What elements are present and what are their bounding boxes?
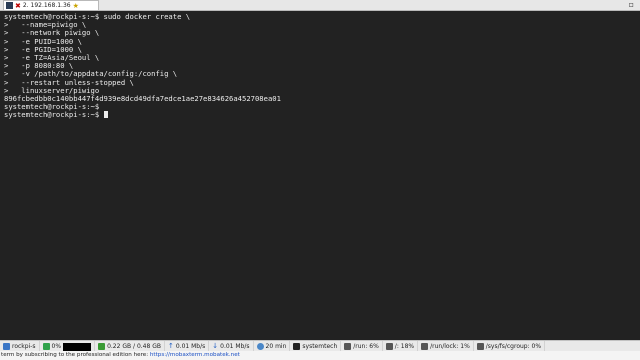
root-disk-value: /: 18%	[394, 343, 415, 350]
promo-bar: term by subscribing to the professional …	[0, 351, 640, 360]
download-value: 0.01 Mb/s	[220, 343, 250, 350]
upload-value: 0.01 Mb/s	[175, 343, 206, 350]
disk-icon	[385, 343, 393, 350]
cpu-icon	[42, 343, 50, 350]
terminal-line: > -e PUID=1000 \	[4, 36, 82, 46]
promo-link[interactable]: https://mobaxterm.mobatek.net	[150, 352, 240, 358]
star-icon[interactable]: ★	[73, 2, 79, 10]
cpu-value: 0%	[51, 343, 62, 350]
terminal-line: > -e TZ=Asia/Seoul \	[4, 52, 100, 62]
download-arrow-icon: ↓	[212, 342, 219, 350]
terminal-line: > --network piwigo \	[4, 28, 100, 38]
clock-icon	[256, 343, 264, 350]
disk-icon	[344, 343, 352, 350]
disk-icon	[421, 343, 429, 350]
user-value: systemtech	[302, 343, 338, 350]
cgroup-disk-value: /sys/fs/cgroup: 0%	[485, 343, 542, 350]
upload-arrow-icon: ↑	[167, 342, 174, 350]
terminal-output[interactable]: systemtech@rockpi-s:~$ sudo docker creat…	[0, 11, 640, 340]
session-tab[interactable]: ✖ 2. 192.168.1.36 ★	[3, 0, 99, 10]
cpu-graph	[63, 342, 92, 351]
current-prompt: systemtech@rockpi-s:~$	[4, 110, 104, 120]
tab-bar: ✖ 2. 192.168.1.36 ★ ▫	[0, 0, 640, 11]
runlock-disk-value: /run/lock: 1%	[430, 343, 470, 350]
run-disk-value: /run: 6%	[353, 343, 379, 350]
user-icon	[293, 343, 301, 350]
terminal-prompt-line: systemtech@rockpi-s:~$	[4, 111, 636, 119]
terminal-cursor	[103, 111, 108, 119]
window-menu-icon[interactable]: ▫	[629, 0, 634, 10]
close-tab-icon[interactable]: ✖	[15, 2, 21, 10]
promo-text: term by subscribing to the professional …	[1, 352, 149, 358]
memory-icon	[98, 343, 106, 350]
terminal-icon	[6, 2, 13, 9]
host-label: rockpi-s	[12, 343, 36, 350]
memory-value: 0.22 GB / 0.48 GB	[107, 343, 161, 350]
tab-label: 2. 192.168.1.36	[22, 1, 71, 9]
host-icon	[3, 343, 10, 350]
disk-icon	[476, 343, 484, 350]
terminal-line: systemtech@rockpi-s:~$ sudo docker creat…	[4, 12, 191, 21]
uptime-value: 20 min	[265, 343, 287, 350]
